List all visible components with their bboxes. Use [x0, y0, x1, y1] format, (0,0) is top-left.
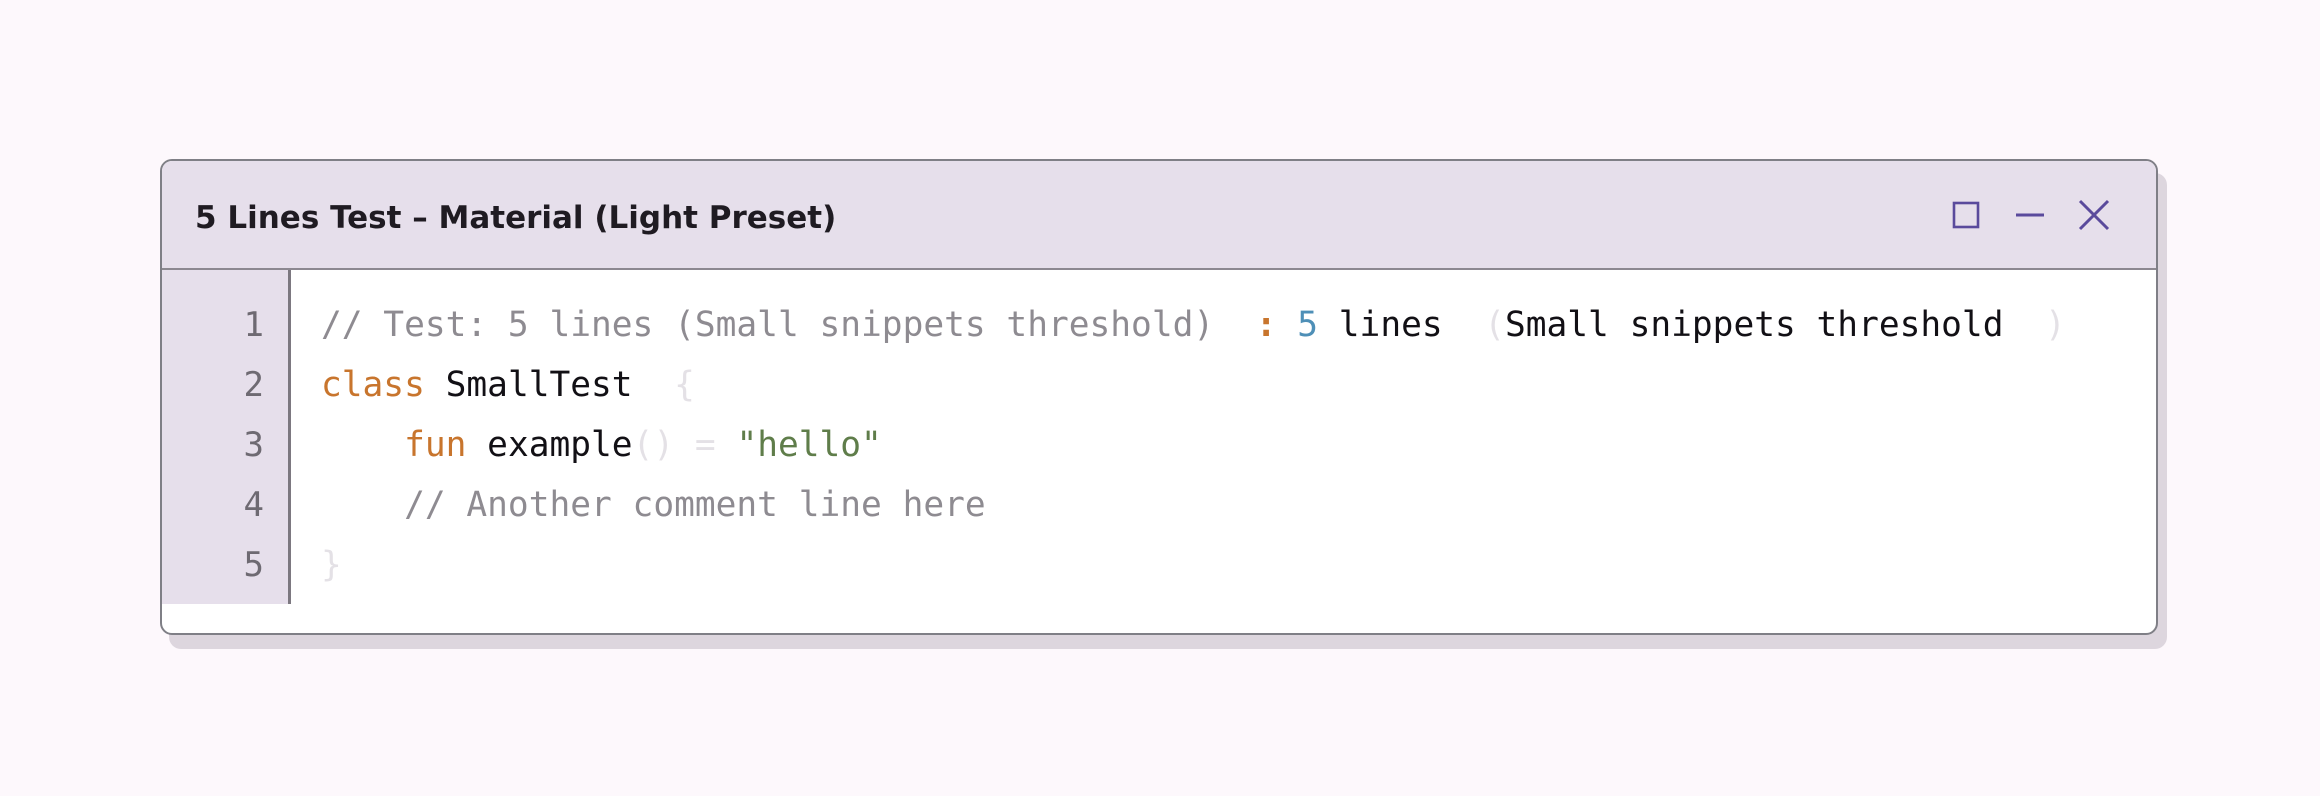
code-line[interactable]: class SmallTest {	[321, 355, 2156, 415]
line-number: 5	[243, 545, 264, 585]
code-token-string: "hello"	[736, 425, 882, 465]
code-token-ident: lines	[1318, 305, 1485, 345]
editor-window: 5 Lines Test – Material (Light Preset) 1…	[160, 159, 2158, 635]
code-token-punct: }	[321, 545, 342, 585]
code-token-punct: () =	[632, 425, 737, 465]
code-token-ident: SmallTest	[424, 365, 675, 405]
code-line[interactable]: // Another comment line here	[321, 475, 2156, 535]
code-token-colon: :	[1255, 305, 1298, 345]
window-title: 5 Lines Test – Material (Light Preset)	[195, 200, 837, 236]
code-token-ident: example	[466, 425, 633, 465]
line-number: 4	[243, 485, 264, 525]
window-titlebar[interactable]: 5 Lines Test – Material (Light Preset)	[162, 161, 2156, 270]
code-token-number: 5	[1297, 305, 1319, 345]
line-number: 3	[243, 425, 264, 465]
code-line[interactable]: }	[321, 535, 2156, 595]
line-number: 1	[243, 305, 264, 345]
maximize-button[interactable]	[1938, 187, 1994, 243]
close-x-icon	[2078, 199, 2110, 231]
code-token-keyword: class	[321, 365, 425, 405]
code-line[interactable]: // Test: 5 lines (Small snippets thresho…	[321, 295, 2156, 355]
code-token-ident	[321, 425, 404, 465]
code-token-punct: (	[1484, 305, 1505, 345]
minus-icon	[2015, 201, 2045, 229]
code-token-keyword: fun	[404, 425, 467, 465]
code-token-ident: Small snippets threshold	[1504, 305, 2046, 345]
square-icon	[1952, 201, 1980, 229]
code-line[interactable]: fun example() = "hello"	[321, 415, 2156, 475]
line-number-gutter: 1 2 3 4 5	[162, 270, 291, 604]
code-area[interactable]: // Test: 5 lines (Small snippets thresho…	[291, 270, 2156, 633]
code-token-comment: // Test: 5 lines (Small snippets thresho…	[321, 305, 1256, 345]
code-editor[interactable]: 1 2 3 4 5 // Test: 5 lines (Small snippets t…	[162, 270, 2156, 633]
minimize-button[interactable]	[2002, 187, 2058, 243]
code-token-punct: )	[2045, 305, 2066, 345]
line-number: 2	[243, 365, 264, 405]
close-button[interactable]	[2066, 187, 2122, 243]
code-token-punct: {	[674, 365, 695, 405]
code-token-comment: // Another comment line here	[321, 485, 986, 525]
